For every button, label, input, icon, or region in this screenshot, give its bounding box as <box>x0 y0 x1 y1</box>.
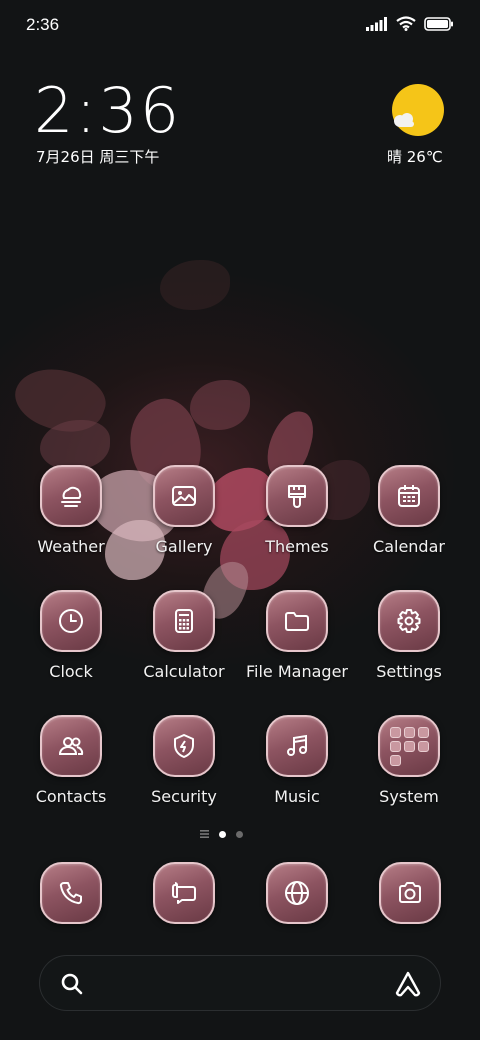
calendar-icon <box>378 465 440 527</box>
page-indicator[interactable] <box>200 830 243 838</box>
app-contacts[interactable]: Contacts <box>14 715 128 806</box>
app-security[interactable]: Security <box>127 715 241 806</box>
app-label: Music <box>274 787 320 806</box>
home-clock[interactable]: 2:36 <box>34 74 181 147</box>
app-label: Calendar <box>373 537 445 556</box>
app-label: Security <box>151 787 217 806</box>
cloud-icon <box>394 113 414 127</box>
sun-icon[interactable] <box>392 84 444 136</box>
app-label: Clock <box>49 662 93 681</box>
app-music[interactable]: Music <box>240 715 354 806</box>
app-label: Weather <box>37 537 105 556</box>
themes-icon <box>266 465 328 527</box>
clock-icon <box>40 590 102 652</box>
app-label: File Manager <box>246 662 348 681</box>
calculator-icon <box>153 590 215 652</box>
phone-icon <box>40 862 102 924</box>
shield-icon <box>153 715 215 777</box>
app-folder-icon <box>378 715 440 777</box>
dock-camera[interactable] <box>379 862 441 924</box>
dock-browser[interactable] <box>266 862 328 924</box>
app-label: Calculator <box>143 662 225 681</box>
gallery-icon <box>153 465 215 527</box>
search-bar[interactable] <box>39 955 441 1011</box>
app-themes[interactable]: Themes <box>240 465 354 556</box>
weather-icon <box>40 465 102 527</box>
page-dot-active <box>219 830 226 838</box>
status-time: 2:36 <box>26 15 60 34</box>
app-label: System <box>379 787 439 806</box>
folder-icon <box>266 590 328 652</box>
page-dot <box>236 830 243 838</box>
assistant-icon[interactable] <box>394 970 422 998</box>
home-date: 7月26日 周三下午 <box>36 148 160 166</box>
app-calendar[interactable]: Calendar <box>352 465 466 556</box>
dock-messages[interactable] <box>153 862 215 924</box>
signal-icon <box>366 16 387 31</box>
battery-icon <box>424 16 453 31</box>
app-gallery[interactable]: Gallery <box>127 465 241 556</box>
contacts-icon <box>40 715 102 777</box>
wifi-icon <box>396 16 416 31</box>
messages-icon <box>153 862 215 924</box>
app-label: Settings <box>376 662 442 681</box>
gear-icon <box>378 590 440 652</box>
app-label: Gallery <box>155 537 213 556</box>
weather-text: 晴 26℃ <box>387 148 443 166</box>
status-bar: 2:36 <box>0 0 480 50</box>
app-clock[interactable]: Clock <box>14 590 128 681</box>
menu-lines-icon <box>200 830 209 838</box>
app-settings[interactable]: Settings <box>352 590 466 681</box>
app-system-folder[interactable]: System <box>352 715 466 806</box>
music-icon <box>266 715 328 777</box>
dock-phone[interactable] <box>40 862 102 924</box>
app-label: Contacts <box>35 787 107 806</box>
app-file-manager[interactable]: File Manager <box>240 590 354 681</box>
browser-icon <box>266 862 328 924</box>
search-icon[interactable] <box>60 972 84 996</box>
camera-icon <box>379 862 441 924</box>
app-label: Themes <box>265 537 329 556</box>
app-calculator[interactable]: Calculator <box>127 590 241 681</box>
app-weather[interactable]: Weather <box>14 465 128 556</box>
